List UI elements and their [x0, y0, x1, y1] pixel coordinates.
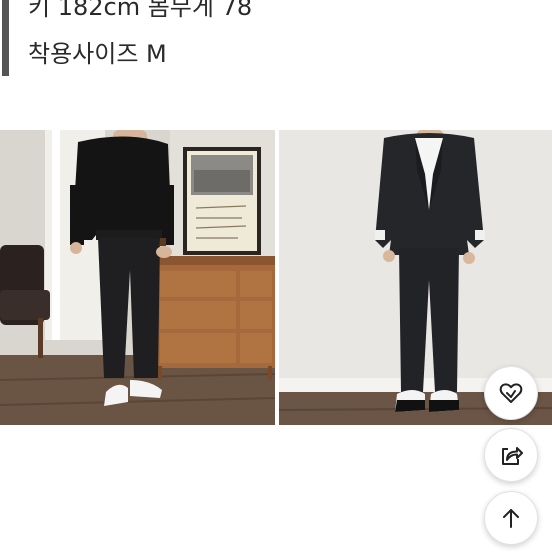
scroll-top-button[interactable] — [484, 491, 538, 545]
product-info: 키 182cm 몸무게 78 착용사이즈 M — [0, 0, 552, 76]
height-weight-text: 키 182cm 몸무게 78 — [28, 0, 253, 21]
share-icon — [502, 447, 523, 465]
knit-polo-outfit-photo[interactable] — [0, 130, 275, 425]
quote-bar — [2, 0, 9, 76]
heart-icon — [499, 383, 523, 403]
size-worn-text: 착용사이즈 M — [28, 40, 167, 68]
like-button[interactable] — [484, 366, 538, 420]
share-button[interactable] — [484, 428, 538, 482]
arrow-up-icon — [503, 509, 519, 528]
